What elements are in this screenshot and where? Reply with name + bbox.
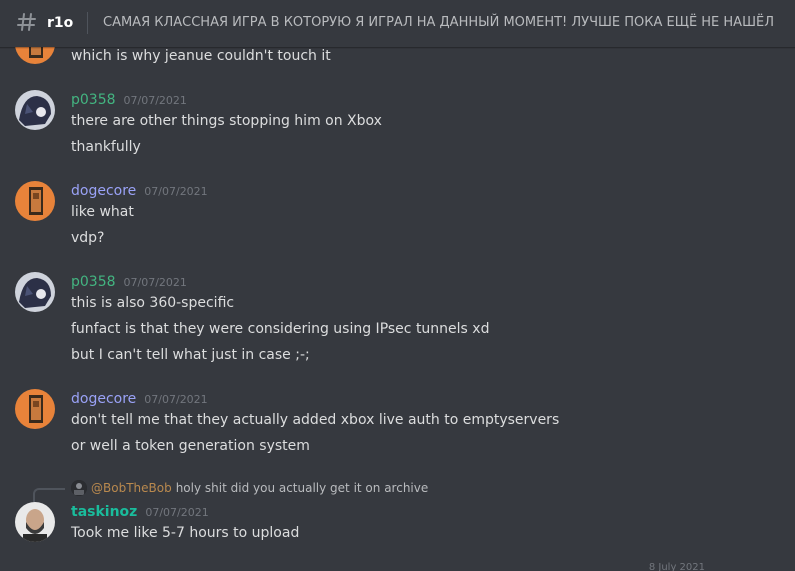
timestamp: 07/07/2021 bbox=[123, 276, 187, 289]
message-text: there are other things stopping him on X… bbox=[71, 113, 382, 129]
message-text: funfact is that they were considering us… bbox=[71, 321, 490, 337]
avatar[interactable] bbox=[15, 272, 55, 312]
message-header: taskinoz 07/07/2021 bbox=[71, 501, 209, 521]
username[interactable]: dogecore bbox=[71, 183, 136, 199]
message-header: p0358 07/07/2021 bbox=[71, 271, 187, 291]
avatar[interactable] bbox=[15, 90, 55, 130]
timestamp: 07/07/2021 bbox=[145, 506, 209, 519]
channel-topic[interactable]: САМАЯ КЛАССНАЯ ИГРА В КОТОРУЮ Я ИГРАЛ НА… bbox=[103, 13, 774, 33]
avatar[interactable] bbox=[15, 389, 55, 429]
timestamp: 07/07/2021 bbox=[144, 185, 208, 198]
timestamp: 07/07/2021 bbox=[123, 94, 187, 107]
username[interactable]: p0358 bbox=[71, 274, 116, 290]
chat-app: which is why jeanue couldn't touch it p0… bbox=[0, 0, 795, 571]
message-header: dogecore 07/07/2021 bbox=[71, 180, 208, 200]
channel-name: r1o bbox=[47, 15, 74, 31]
header-divider bbox=[87, 12, 88, 34]
reply-text: holy shit did you actually get it on arc… bbox=[175, 481, 429, 495]
message-text: vdp? bbox=[71, 230, 105, 246]
username[interactable]: p0358 bbox=[71, 92, 116, 108]
channel-header: r1o САМАЯ КЛАССНАЯ ИГРА В КОТОРУЮ Я ИГРА… bbox=[0, 0, 795, 47]
message-list: which is why jeanue couldn't touch it p0… bbox=[0, 0, 795, 571]
reply-username[interactable]: @BobTheBob bbox=[91, 481, 172, 495]
timestamp: 07/07/2021 bbox=[144, 393, 208, 406]
date-divider: 8 July 2021 bbox=[648, 562, 705, 571]
message-text: thankfully bbox=[71, 139, 141, 155]
hashtag-icon bbox=[16, 11, 38, 33]
message-text: which is why jeanue couldn't touch it bbox=[71, 48, 331, 64]
avatar[interactable] bbox=[15, 502, 55, 542]
reply-reference[interactable]: @BobTheBob holy shit did you actually get… bbox=[71, 479, 428, 497]
message-text: or well a token generation system bbox=[71, 438, 310, 454]
message-header: dogecore 07/07/2021 bbox=[71, 388, 208, 408]
message-text: like what bbox=[71, 204, 134, 220]
username[interactable]: taskinoz bbox=[71, 504, 137, 520]
message-text: Took me like 5-7 hours to upload bbox=[71, 525, 300, 541]
avatar[interactable] bbox=[15, 181, 55, 221]
message-text: but I can't tell what just in case ;-; bbox=[71, 347, 310, 363]
reply-spine bbox=[33, 488, 65, 502]
message-text: don't tell me that they actually added x… bbox=[71, 412, 560, 428]
username[interactable]: dogecore bbox=[71, 391, 136, 407]
message-header: p0358 07/07/2021 bbox=[71, 89, 187, 109]
reply-avatar bbox=[71, 480, 87, 496]
message-text: this is also 360-specific bbox=[71, 295, 235, 311]
